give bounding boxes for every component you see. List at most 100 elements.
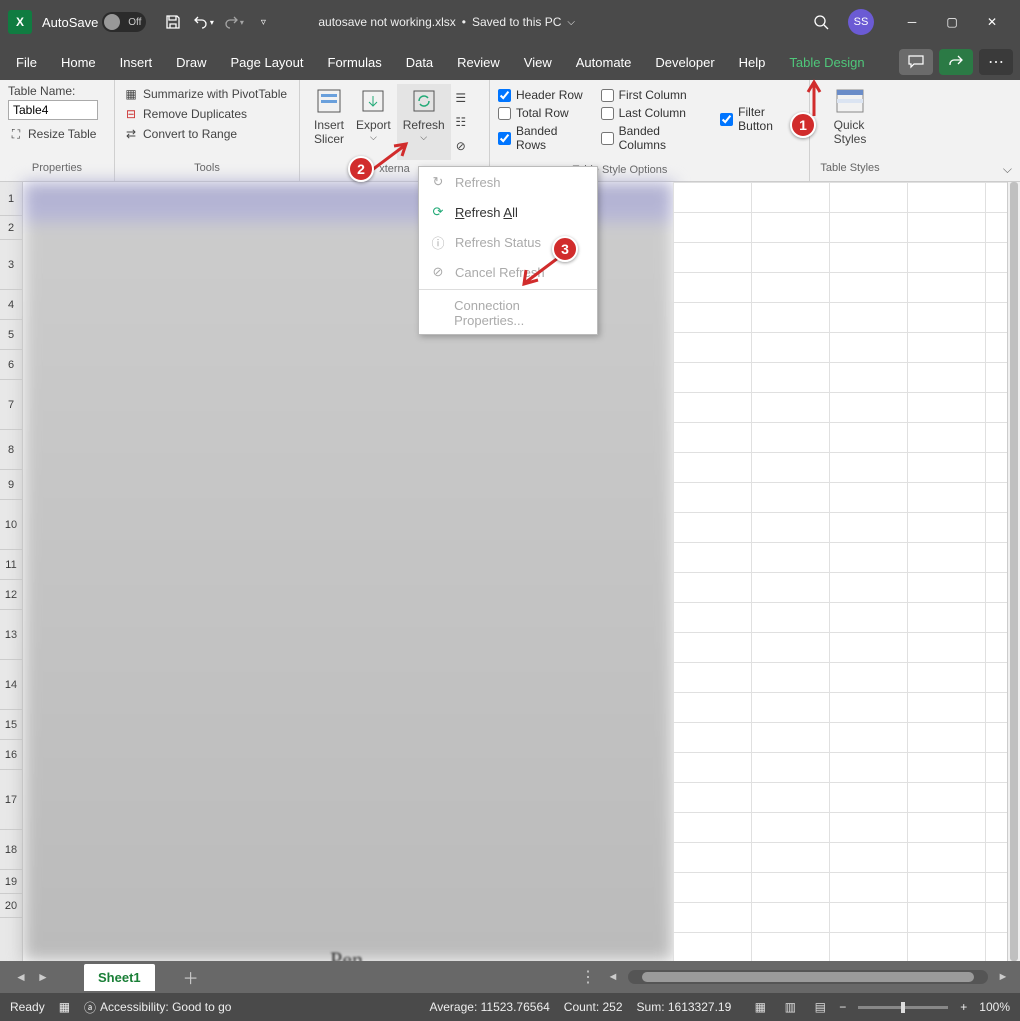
row-header[interactable]: 8 [0,430,22,470]
undo-icon[interactable]: ▾ [192,11,214,33]
tab-prev-icon[interactable]: ◄ [10,970,32,984]
insert-slicer-button[interactable]: Insert Slicer [308,84,350,160]
tab-menu-icon[interactable]: ⋮ [580,967,596,987]
row-header[interactable]: 16 [0,740,22,770]
banded-cols-check[interactable]: Banded Columns [601,124,709,152]
callout-1: 1 [790,112,816,138]
qat-customize-icon[interactable]: ▿ [252,11,274,33]
status-count: Count: 252 [564,1000,623,1014]
remove-dup-icon: ⊟ [123,106,139,122]
tab-page-layout[interactable]: Page Layout [219,47,316,78]
row-header[interactable]: 17 [0,770,22,830]
empty-grid[interactable] [673,182,1007,961]
tab-file[interactable]: File [4,47,49,78]
summarize-pivot-button[interactable]: ▦Summarize with PivotTable [123,86,291,102]
row-header[interactable]: 7 [0,380,22,430]
row-header[interactable]: 20 [0,894,22,918]
convert-range-button[interactable]: ⇄Convert to Range [123,126,291,142]
quick-styles-button[interactable]: Quick Styles [818,84,882,148]
tab-formulas[interactable]: Formulas [316,47,394,78]
row-header[interactable]: 3 [0,240,22,290]
row-header[interactable]: 9 [0,470,22,500]
tab-help[interactable]: Help [727,47,778,78]
autosave-toggle[interactable]: Off [102,12,146,32]
vertical-scrollbar[interactable] [1007,182,1020,961]
view-pagelayout-icon[interactable]: ▥ [777,997,803,1017]
collapse-ribbon-icon[interactable]: ⌵ [1003,162,1012,177]
slicer-icon [314,86,344,116]
unlink-icon[interactable]: ⊘ [453,138,469,154]
user-avatar[interactable]: SS [848,9,874,35]
header-row-check[interactable]: Header Row [498,88,589,102]
row-header[interactable]: 11 [0,550,22,580]
last-col-check[interactable]: Last Column [601,106,709,120]
row-header[interactable]: 10 [0,500,22,550]
remove-duplicates-button[interactable]: ⊟Remove Duplicates [123,106,291,122]
share-button[interactable] [939,49,973,75]
row-header[interactable]: 14 [0,660,22,710]
zoom-out-button[interactable]: − [839,1000,846,1014]
tab-home[interactable]: Home [49,47,108,78]
sheet-tabbar: ◄ ► Sheet1 ＋ ⋮ ◄ ► [0,961,1020,993]
table-name-label: Table Name: [8,84,106,98]
row-header[interactable]: 4 [0,290,22,320]
row-header[interactable]: 13 [0,610,22,660]
maximize-button[interactable]: ▢ [932,7,972,37]
tab-view[interactable]: View [512,47,564,78]
zoom-slider[interactable] [858,1006,948,1009]
zoom-level[interactable]: 100% [979,1000,1010,1014]
resize-table-button[interactable]: ⛶Resize Table [8,126,106,142]
titlebar: X AutoSave Off ▾ ▾ ▿ autosave not workin… [0,0,1020,44]
save-icon[interactable] [162,11,184,33]
table-name-input[interactable] [8,100,98,120]
row-header[interactable]: 2 [0,216,22,240]
tab-data[interactable]: Data [394,47,445,78]
open-browser-icon[interactable]: ☷ [453,114,469,130]
minimize-button[interactable]: ─ [892,7,932,37]
properties-icon[interactable]: ☰ [453,90,469,106]
macro-icon[interactable]: ▦ [59,1000,70,1014]
tab-developer[interactable]: Developer [643,47,726,78]
redo-icon[interactable]: ▾ [222,11,244,33]
refresh-all-icon: ⟳ [429,203,447,221]
copilot-button[interactable]: ⋯ [979,49,1013,75]
close-button[interactable]: ✕ [972,7,1012,37]
comments-button[interactable] [899,49,933,75]
callout-3: 3 [552,236,578,262]
row-header[interactable]: 5 [0,320,22,350]
banded-rows-check[interactable]: Banded Rows [498,124,589,152]
row-header[interactable]: 18 [0,830,22,870]
horizontal-scrollbar[interactable] [628,970,988,984]
filter-button-check[interactable]: Filter Button [720,105,801,133]
hscroll-right-icon[interactable]: ► [996,971,1010,983]
accessibility-status[interactable]: ⓐAccessibility: Good to go [84,999,231,1016]
status-icon: ⓘ [429,233,447,251]
tab-automate[interactable]: Automate [564,47,644,78]
dd-refresh-all[interactable]: ⟳Refresh All [419,197,597,227]
row-header[interactable]: 12 [0,580,22,610]
excel-logo-icon: X [8,10,32,34]
view-normal-icon[interactable]: ▦ [747,997,773,1017]
sheet-tab[interactable]: Sheet1 [84,964,155,991]
zoom-in-button[interactable]: + [960,1000,967,1014]
row-header[interactable]: 15 [0,710,22,740]
row-header[interactable]: 6 [0,350,22,380]
search-icon[interactable] [806,7,836,37]
tab-insert[interactable]: Insert [108,47,165,78]
total-row-check[interactable]: Total Row [498,106,589,120]
tab-review[interactable]: Review [445,47,512,78]
row-header[interactable]: 19 [0,870,22,894]
add-sheet-button[interactable]: ＋ [183,965,199,989]
dd-cancel-refresh: ⊘Cancel Refresh [419,257,597,287]
tab-draw[interactable]: Draw [164,47,218,78]
ribbon-tabs: File Home Insert Draw Page Layout Formul… [0,44,1020,80]
tab-next-icon[interactable]: ► [32,970,54,984]
window-title: autosave not working.xlsx•Saved to this … [318,15,806,29]
status-sum: Sum: 1613327.19 [637,1000,732,1014]
row-header[interactable]: 1 [0,182,22,216]
hscroll-left-icon[interactable]: ◄ [606,971,620,983]
first-col-check[interactable]: First Column [601,88,709,102]
view-pagebreak-icon[interactable]: ▤ [807,997,833,1017]
tab-table-design[interactable]: Table Design [777,47,876,78]
refresh-small-icon: ↻ [429,173,447,191]
